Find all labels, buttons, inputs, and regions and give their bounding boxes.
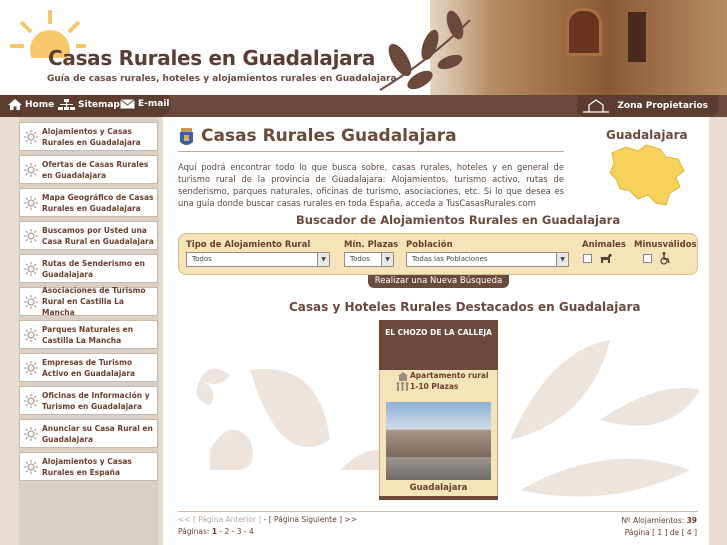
nav-sitemap[interactable]: Sitemap [58, 99, 120, 110]
sidebar-item[interactable]: Asociaciones de Turismo Rural en Castill… [19, 286, 158, 317]
pages-label: Páginas: [178, 527, 210, 536]
pager-divider [178, 511, 698, 512]
house-icon [398, 372, 408, 381]
poblacion-label: Población [406, 240, 453, 250]
sidebar-item-label: Alojamientos y Casas Rurales en España [42, 456, 132, 477]
house-outline-icon [583, 99, 610, 113]
chevron-down-icon: ▼ [381, 253, 393, 266]
type-select[interactable]: Todos ▼ [186, 252, 330, 267]
sun-bullet-icon [20, 294, 42, 309]
card-plazas: 1-10 Plazas [410, 382, 459, 391]
count-value: 39 [686, 516, 697, 525]
pager-nav: << [ Página Anterior ] - [ Página Siguie… [178, 515, 357, 524]
sun-bullet-icon [20, 327, 42, 342]
sun-bullet-icon [20, 393, 42, 408]
type-label: Tipo de Alojamiento Rural [186, 240, 311, 250]
sidebar-item-label: Empresas de Turismo Activo en Guadalajar… [42, 357, 136, 378]
sidebar-item-label: Asociaciones de Turismo Rural en Castill… [42, 286, 146, 317]
card-footer-bar [379, 496, 498, 500]
sun-bullet-icon [20, 129, 42, 144]
site-subtitle: Guía de casas rurales, hoteles y alojami… [47, 74, 397, 84]
sidebar-item[interactable]: Anunciar su Casa Rural en Guadalajara [19, 419, 158, 448]
card-type: Apartamento rural [410, 371, 489, 380]
sidebar-item[interactable]: Alojamientos y Casas Rurales en España [19, 452, 158, 481]
card-name[interactable]: EL CHOZO DE LA CALLEJA [379, 320, 498, 370]
sun-bullet-icon [20, 228, 42, 243]
sun-bullet-icon [20, 195, 42, 210]
header-door [566, 8, 602, 56]
nav-home-label: Home [25, 99, 55, 110]
sun-bullet-icon [20, 360, 42, 375]
sidebar-item-label: Ofertas de Casas Rurales en Guadalajara [42, 159, 149, 180]
sun-bullet-icon [20, 261, 42, 276]
sidebar-item[interactable]: Buscamos por Usted una Casa Rural en Gua… [19, 221, 158, 250]
chevron-down-icon: ▼ [317, 253, 329, 266]
sidebar-item-label: Parques Naturales en Castilla La Mancha [42, 324, 134, 345]
sun-bullet-icon [20, 162, 42, 177]
sidebar-item[interactable]: Ofertas de Casas Rurales en Guadalajara [19, 155, 158, 184]
minusvalidos-checkbox[interactable] [643, 254, 652, 263]
sidebar-item-label: Rutas de Senderismo en Guadalajara [42, 258, 145, 279]
minusvalidos-label: Minusválidos [634, 240, 697, 250]
chevron-down-icon: ▼ [556, 253, 568, 266]
next-page-link[interactable]: [ Página Siguiente ] >> [269, 515, 357, 524]
guadalajara-map[interactable] [608, 143, 690, 208]
sidebar-item-label: Oficinas de Información y Turismo en Gua… [42, 390, 150, 411]
zona-propietarios-button[interactable]: Zona Propietarios [577, 95, 718, 117]
page-title: Casas Rurales Guadalajara [201, 126, 457, 146]
map-title: Guadalajara [606, 128, 688, 142]
site-header: Casas Rurales en Guadalajara Guía de cas… [0, 0, 727, 95]
animales-label: Animales [582, 240, 626, 250]
sidebar-item[interactable]: Rutas de Senderismo en Guadalajara [19, 254, 158, 283]
sun-bullet-icon [20, 426, 42, 441]
plazas-select-value: Todos [350, 255, 370, 263]
type-select-value: Todos [192, 255, 212, 263]
sidebar-item[interactable]: Mapa Geográfico de Casas Rurales en Guad… [19, 188, 158, 217]
sidebar-item[interactable]: Oficinas de Información y Turismo en Gua… [19, 386, 158, 415]
page-of: Página [ 1 ] de [ 4 ] [624, 528, 697, 537]
sidebar-item-label: Anunciar su Casa Rural en Guadalajara [42, 423, 153, 444]
wheelchair-icon [660, 252, 670, 265]
intro-text: Aquí podrá encontrar todo lo que busca s… [178, 162, 564, 208]
sidebar-item-label: Buscamos por Usted una Casa Rural en Gua… [42, 225, 154, 246]
prev-page-link[interactable]: << [ Página Anterior ] [178, 515, 261, 524]
sitemap-icon [58, 99, 75, 110]
sidebar-item-label: Mapa Geográfico de Casas Rurales en Guad… [42, 192, 154, 213]
home-icon [8, 99, 22, 110]
nav-email[interactable]: E-mail [120, 99, 170, 109]
search-title: Buscador de Alojamientos Rurales en Guad… [296, 213, 621, 227]
envelope-icon [120, 99, 135, 109]
sidebar-item[interactable]: Empresas de Turismo Activo en Guadalajar… [19, 353, 158, 382]
header-door-2 [628, 12, 646, 62]
nav-email-label: E-mail [138, 99, 170, 109]
sidebar-item[interactable]: Alojamientos y Casas Rurales en Guadalaj… [19, 122, 158, 151]
plazas-select[interactable]: Todos ▼ [344, 252, 394, 267]
sidebar-item-label: Alojamientos y Casas Rurales en Guadalaj… [42, 126, 141, 147]
title-divider [178, 151, 564, 152]
pager-summary: Nº Alojamientos: 39 Página [ 1 ] de [ 4 … [621, 515, 697, 539]
zona-label: Zona Propietarios [617, 101, 708, 111]
nav-home[interactable]: Home [8, 99, 54, 110]
pager-separator: - [261, 515, 269, 524]
people-icon [396, 382, 409, 391]
count-line: Nº Alojamientos: 39 [621, 515, 697, 527]
current-page: 1 [211, 527, 218, 536]
sidebar-item[interactable]: Parques Naturales en Castilla La Mancha [19, 320, 158, 349]
coat-of-arms-icon [180, 128, 193, 145]
card-place: Guadalajara [409, 483, 468, 493]
dog-icon [600, 254, 612, 263]
sun-bullet-icon [20, 459, 42, 474]
nav-sitemap-label: Sitemap [78, 99, 120, 110]
plazas-label: Mín. Plazas [344, 240, 399, 250]
count-label: Nº Alojamientos: [621, 516, 685, 525]
search-submit-button[interactable]: Realizar una Nueva Búsqueda [368, 275, 509, 288]
other-pages-links[interactable]: - 2 - 3 - 4 [219, 527, 253, 536]
poblacion-select[interactable]: Todas las Poblaciones ▼ [406, 252, 569, 267]
featured-title: Casas y Hoteles Rurales Destacados en Gu… [289, 300, 641, 314]
site-title[interactable]: Casas Rurales en Guadalajara [48, 46, 375, 70]
page-list: Páginas: 1 - 2 - 3 - 4 [178, 527, 254, 536]
card-photo[interactable] [386, 402, 491, 480]
poblacion-select-value: Todas las Poblaciones [412, 255, 488, 263]
animales-checkbox[interactable] [583, 254, 592, 263]
